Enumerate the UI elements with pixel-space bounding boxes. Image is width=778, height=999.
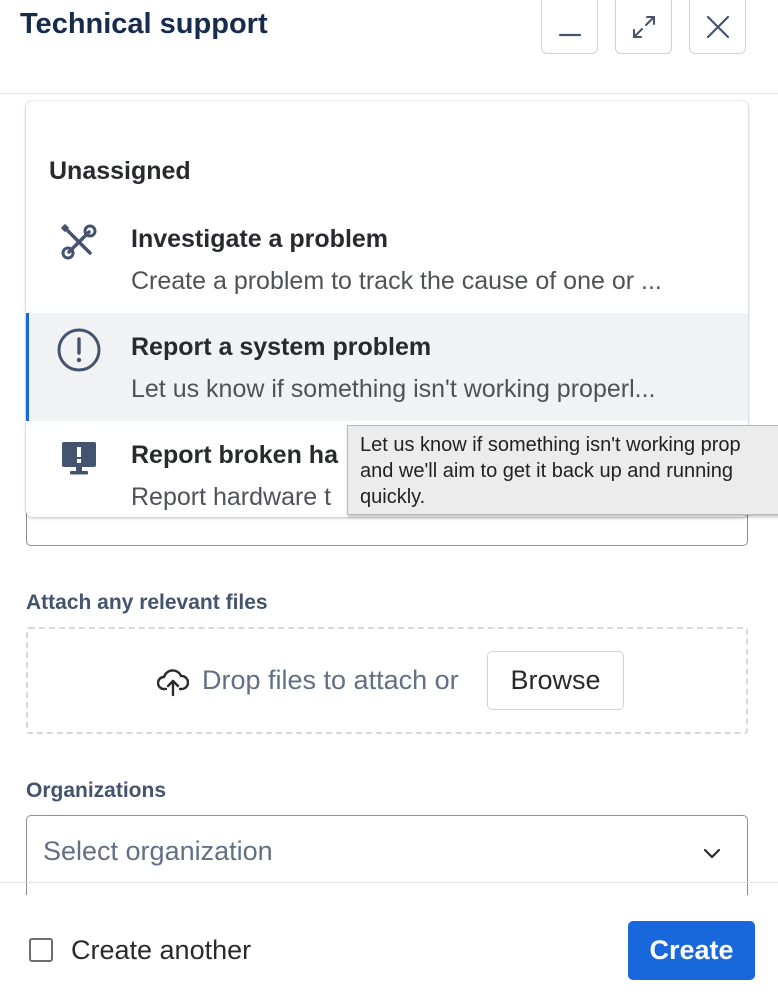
drop-files-text: Drop files to attach or [202,665,459,695]
option-report-system-problem[interactable]: Report a system problem Let us know if s… [26,313,748,421]
option-description: Create a problem to track the cause of o… [131,267,662,295]
group-heading: Unassigned [49,157,191,185]
tooltip-line: and we'll aim to get it back up and runn… [360,460,733,482]
option-description: Report hardware t [131,483,332,511]
option-title: Report broken ha [131,441,338,469]
minimize-button[interactable] [541,0,598,54]
organization-select[interactable]: Select organization [26,815,748,895]
tooltip-line: Let us know if something isn't working p… [360,434,741,456]
option-title: Investigate a problem [131,225,389,253]
expand-icon [632,15,655,38]
organizations-label: Organizations [26,779,167,802]
option-description: Let us know if something isn't working p… [131,375,656,403]
upload-cloud-icon [157,669,189,697]
select-placeholder: Select organization [43,836,273,866]
option-investigate-problem[interactable]: Investigate a problem Create a problem t… [26,205,748,313]
selection-indicator [26,313,29,421]
footer-divider [0,882,778,883]
monitor-alert-icon [56,435,102,481]
exclamation-circle-icon [56,327,102,373]
attachments-label: Attach any relevant files [26,591,268,614]
create-another-checkbox[interactable] [29,938,53,962]
tooltip-line: quickly. [360,486,426,508]
tools-icon [56,219,102,265]
minimize-icon [558,33,581,36]
chevron-down-icon [703,848,721,859]
option-title: Report a system problem [131,333,432,361]
close-button[interactable] [689,0,746,54]
close-icon [706,15,729,38]
expand-button[interactable] [615,0,672,54]
header-divider [0,93,778,94]
create-another-label[interactable]: Create another [71,935,251,966]
create-button[interactable]: Create [628,921,755,980]
dialog-title: Technical support [20,8,268,40]
browse-button[interactable]: Browse [487,651,624,710]
option-tooltip: Let us know if something isn't working p… [347,425,778,515]
